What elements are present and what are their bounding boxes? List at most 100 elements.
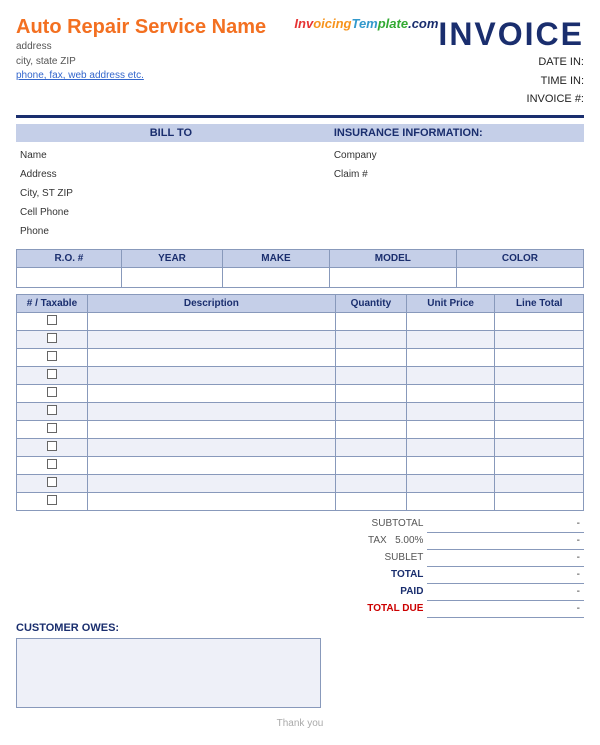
company-name: Auto Repair Service Name: [16, 16, 294, 39]
bill-cell-row: Cell Phone: [16, 203, 326, 222]
taxable-checkbox[interactable]: [47, 315, 57, 325]
item-description-cell[interactable]: [87, 313, 335, 331]
insurance-header: INSURANCE INFORMATION:: [326, 124, 584, 142]
item-unit-price-cell[interactable]: [406, 385, 495, 403]
item-description-cell[interactable]: [87, 367, 335, 385]
item-description-cell[interactable]: [87, 403, 335, 421]
item-unit-price-cell[interactable]: [406, 403, 495, 421]
spacer: [329, 622, 584, 708]
item-quantity-cell[interactable]: [335, 385, 406, 403]
item-taxable-cell: [17, 475, 88, 493]
item-row: [17, 385, 584, 403]
taxable-checkbox[interactable]: [47, 423, 57, 433]
vehicle-col-color: COLOR: [456, 250, 583, 268]
vehicle-col-year: YEAR: [121, 250, 222, 268]
taxable-checkbox[interactable]: [47, 351, 57, 361]
vehicle-col-make: MAKE: [223, 250, 330, 268]
item-description-cell[interactable]: [87, 457, 335, 475]
taxable-checkbox[interactable]: [47, 459, 57, 469]
total-value: -: [427, 566, 584, 583]
vehicle-make-val[interactable]: [223, 268, 330, 288]
vehicle-model-val[interactable]: [329, 268, 456, 288]
invoice-num-row: INVOICE #:: [438, 90, 584, 109]
item-unit-price-cell[interactable]: [406, 457, 495, 475]
item-quantity-cell[interactable]: [335, 457, 406, 475]
item-quantity-cell[interactable]: [335, 439, 406, 457]
col-quantity: Quantity: [335, 295, 406, 313]
item-quantity-cell[interactable]: [335, 349, 406, 367]
item-line-total-cell[interactable]: [495, 475, 584, 493]
vehicle-color-val[interactable]: [456, 268, 583, 288]
item-taxable-cell: [17, 331, 88, 349]
item-row: [17, 331, 584, 349]
col-unit-price: Unit Price: [406, 295, 495, 313]
item-line-total-cell[interactable]: [495, 439, 584, 457]
vehicle-year-val[interactable]: [121, 268, 222, 288]
item-line-total-cell[interactable]: [495, 349, 584, 367]
item-quantity-cell[interactable]: [335, 421, 406, 439]
taxable-checkbox[interactable]: [47, 369, 57, 379]
item-quantity-cell[interactable]: [335, 475, 406, 493]
tax-row: TAX 5.00% -: [284, 532, 584, 549]
item-unit-price-cell[interactable]: [406, 421, 495, 439]
taxable-checkbox[interactable]: [47, 387, 57, 397]
item-row: [17, 349, 584, 367]
item-quantity-cell[interactable]: [335, 493, 406, 511]
vehicle-ro-val[interactable]: [17, 268, 122, 288]
taxable-checkbox[interactable]: [47, 477, 57, 487]
item-line-total-cell[interactable]: [495, 421, 584, 439]
item-line-total-cell[interactable]: [495, 457, 584, 475]
item-description-cell[interactable]: [87, 493, 335, 511]
item-unit-price-cell[interactable]: [406, 331, 495, 349]
item-line-total-cell[interactable]: [495, 385, 584, 403]
item-description-cell[interactable]: [87, 349, 335, 367]
taxable-checkbox[interactable]: [47, 495, 57, 505]
item-unit-price-cell[interactable]: [406, 493, 495, 511]
item-taxable-cell: [17, 367, 88, 385]
item-description-cell[interactable]: [87, 475, 335, 493]
taxable-checkbox[interactable]: [47, 405, 57, 415]
item-quantity-cell[interactable]: [335, 403, 406, 421]
item-line-total-cell[interactable]: [495, 493, 584, 511]
taxable-checkbox[interactable]: [47, 441, 57, 451]
total-due-value: -: [427, 600, 584, 617]
col-description: Description: [87, 295, 335, 313]
item-description-cell[interactable]: [87, 439, 335, 457]
item-description-cell[interactable]: [87, 385, 335, 403]
item-taxable-cell: [17, 421, 88, 439]
bill-to-section: BILL TO Name Address City, ST ZIP Cell P…: [16, 124, 326, 241]
item-row: [17, 457, 584, 475]
customer-owes-box[interactable]: [16, 638, 321, 708]
item-line-total-cell[interactable]: [495, 403, 584, 421]
item-quantity-cell[interactable]: [335, 313, 406, 331]
company-address-line2: city, state ZIP: [16, 54, 294, 69]
item-quantity-cell[interactable]: [335, 331, 406, 349]
item-quantity-cell[interactable]: [335, 367, 406, 385]
branding-section: InvoicingTemplate.com: [294, 16, 438, 33]
taxable-checkbox[interactable]: [47, 333, 57, 343]
item-unit-price-cell[interactable]: [406, 439, 495, 457]
sublet-label: SUBLET: [284, 549, 427, 566]
tax-rate: 5.00%: [395, 535, 423, 546]
item-unit-price-cell[interactable]: [406, 349, 495, 367]
item-unit-price-cell[interactable]: [406, 367, 495, 385]
subtotal-label: SUBTOTAL: [284, 515, 427, 532]
sublet-value: -: [427, 549, 584, 566]
item-unit-price-cell[interactable]: [406, 475, 495, 493]
company-info: Auto Repair Service Name address city, s…: [16, 16, 294, 81]
item-description-cell[interactable]: [87, 421, 335, 439]
customer-owes-label: CUSTOMER OWES:: [16, 622, 321, 634]
subtotal-value: -: [427, 515, 584, 532]
company-address-line1: address: [16, 39, 294, 54]
vehicle-col-model: MODEL: [329, 250, 456, 268]
item-line-total-cell[interactable]: [495, 367, 584, 385]
item-description-cell[interactable]: [87, 331, 335, 349]
item-row: [17, 439, 584, 457]
item-row: [17, 421, 584, 439]
company-contact-link[interactable]: phone, fax, web address etc.: [16, 70, 144, 81]
item-unit-price-cell[interactable]: [406, 313, 495, 331]
item-line-total-cell[interactable]: [495, 331, 584, 349]
col-taxable: # / Taxable: [17, 295, 88, 313]
paid-value: -: [427, 583, 584, 600]
item-line-total-cell[interactable]: [495, 313, 584, 331]
